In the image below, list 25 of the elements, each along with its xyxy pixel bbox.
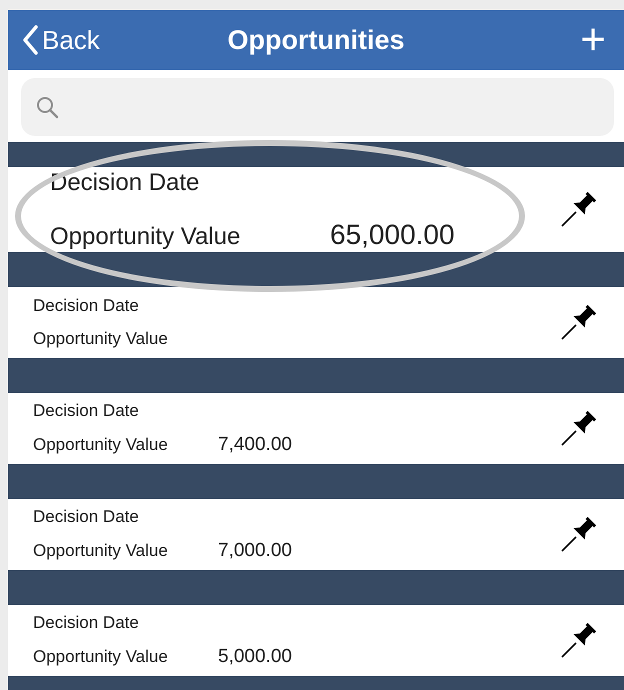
opportunity-value: 7,000.00 [218, 540, 292, 562]
opportunity-value: 5,000.00 [218, 646, 292, 668]
field-label: Decision Date [33, 613, 140, 633]
field-label: Opportunity Value [50, 222, 242, 250]
opportunity-row[interactable]: Decision Date Opportunity Value 7,000.00 [8, 499, 624, 570]
screen-title: Opportunities [228, 24, 404, 56]
field-label: Decision Date [33, 401, 140, 421]
field-label: Decision Date [33, 507, 140, 527]
field-label: Decision Date [33, 296, 140, 316]
field-label: Opportunity Value [33, 435, 169, 455]
search-icon [35, 95, 59, 119]
field-label: Opportunity Value [33, 541, 169, 561]
opportunity-row[interactable]: Decision Date Opportunity Value 5,000.00 [8, 605, 624, 676]
chevron-left-icon [22, 25, 38, 55]
opportunity-row[interactable]: Decision Date Opportunity Value [8, 287, 624, 358]
opportunity-row[interactable]: Decision Date Opportunity Value 7,400.00 [8, 393, 624, 464]
opportunity-value: 7,400.00 [218, 434, 292, 456]
opportunity-row[interactable]: Decision Date Opportunity Value 65,000.00 [8, 167, 624, 252]
field-label: Opportunity Value [33, 329, 169, 349]
field-label: Opportunity Value [33, 647, 169, 667]
opportunity-value: 65,000.00 [330, 218, 455, 250]
field-label: Decision Date [50, 168, 200, 196]
back-button[interactable]: Back [8, 24, 106, 56]
search-field[interactable] [21, 78, 614, 136]
add-button[interactable]: + [580, 18, 606, 62]
